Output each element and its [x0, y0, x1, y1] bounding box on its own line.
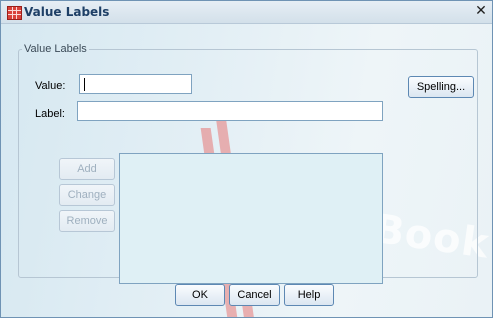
- value-input[interactable]: [79, 74, 192, 94]
- cancel-button[interactable]: Cancel: [229, 284, 280, 306]
- remove-button[interactable]: Remove: [59, 210, 115, 232]
- spss-data-icon: [7, 6, 22, 20]
- dialog-body: DropBook Value Labels Value: Spelling...…: [1, 24, 492, 317]
- change-button[interactable]: Change: [59, 184, 115, 206]
- add-button[interactable]: Add: [59, 158, 115, 180]
- label-input[interactable]: [77, 101, 383, 121]
- close-icon[interactable]: ✕: [474, 4, 488, 18]
- label-field-label: Label:: [35, 108, 65, 120]
- help-button[interactable]: Help: [284, 284, 334, 306]
- title-bar[interactable]: Value Labels ✕: [1, 1, 492, 24]
- dialog-title: Value Labels: [24, 5, 110, 19]
- text-caret: [84, 78, 85, 91]
- value-labels-list[interactable]: [119, 153, 383, 284]
- ok-button[interactable]: OK: [175, 284, 225, 306]
- spelling-button[interactable]: Spelling...: [408, 76, 474, 98]
- value-field-label: Value:: [35, 80, 66, 92]
- group-legend: Value Labels: [24, 43, 87, 55]
- value-labels-dialog: Value Labels ✕ DropBook Value Labels Val…: [0, 0, 493, 318]
